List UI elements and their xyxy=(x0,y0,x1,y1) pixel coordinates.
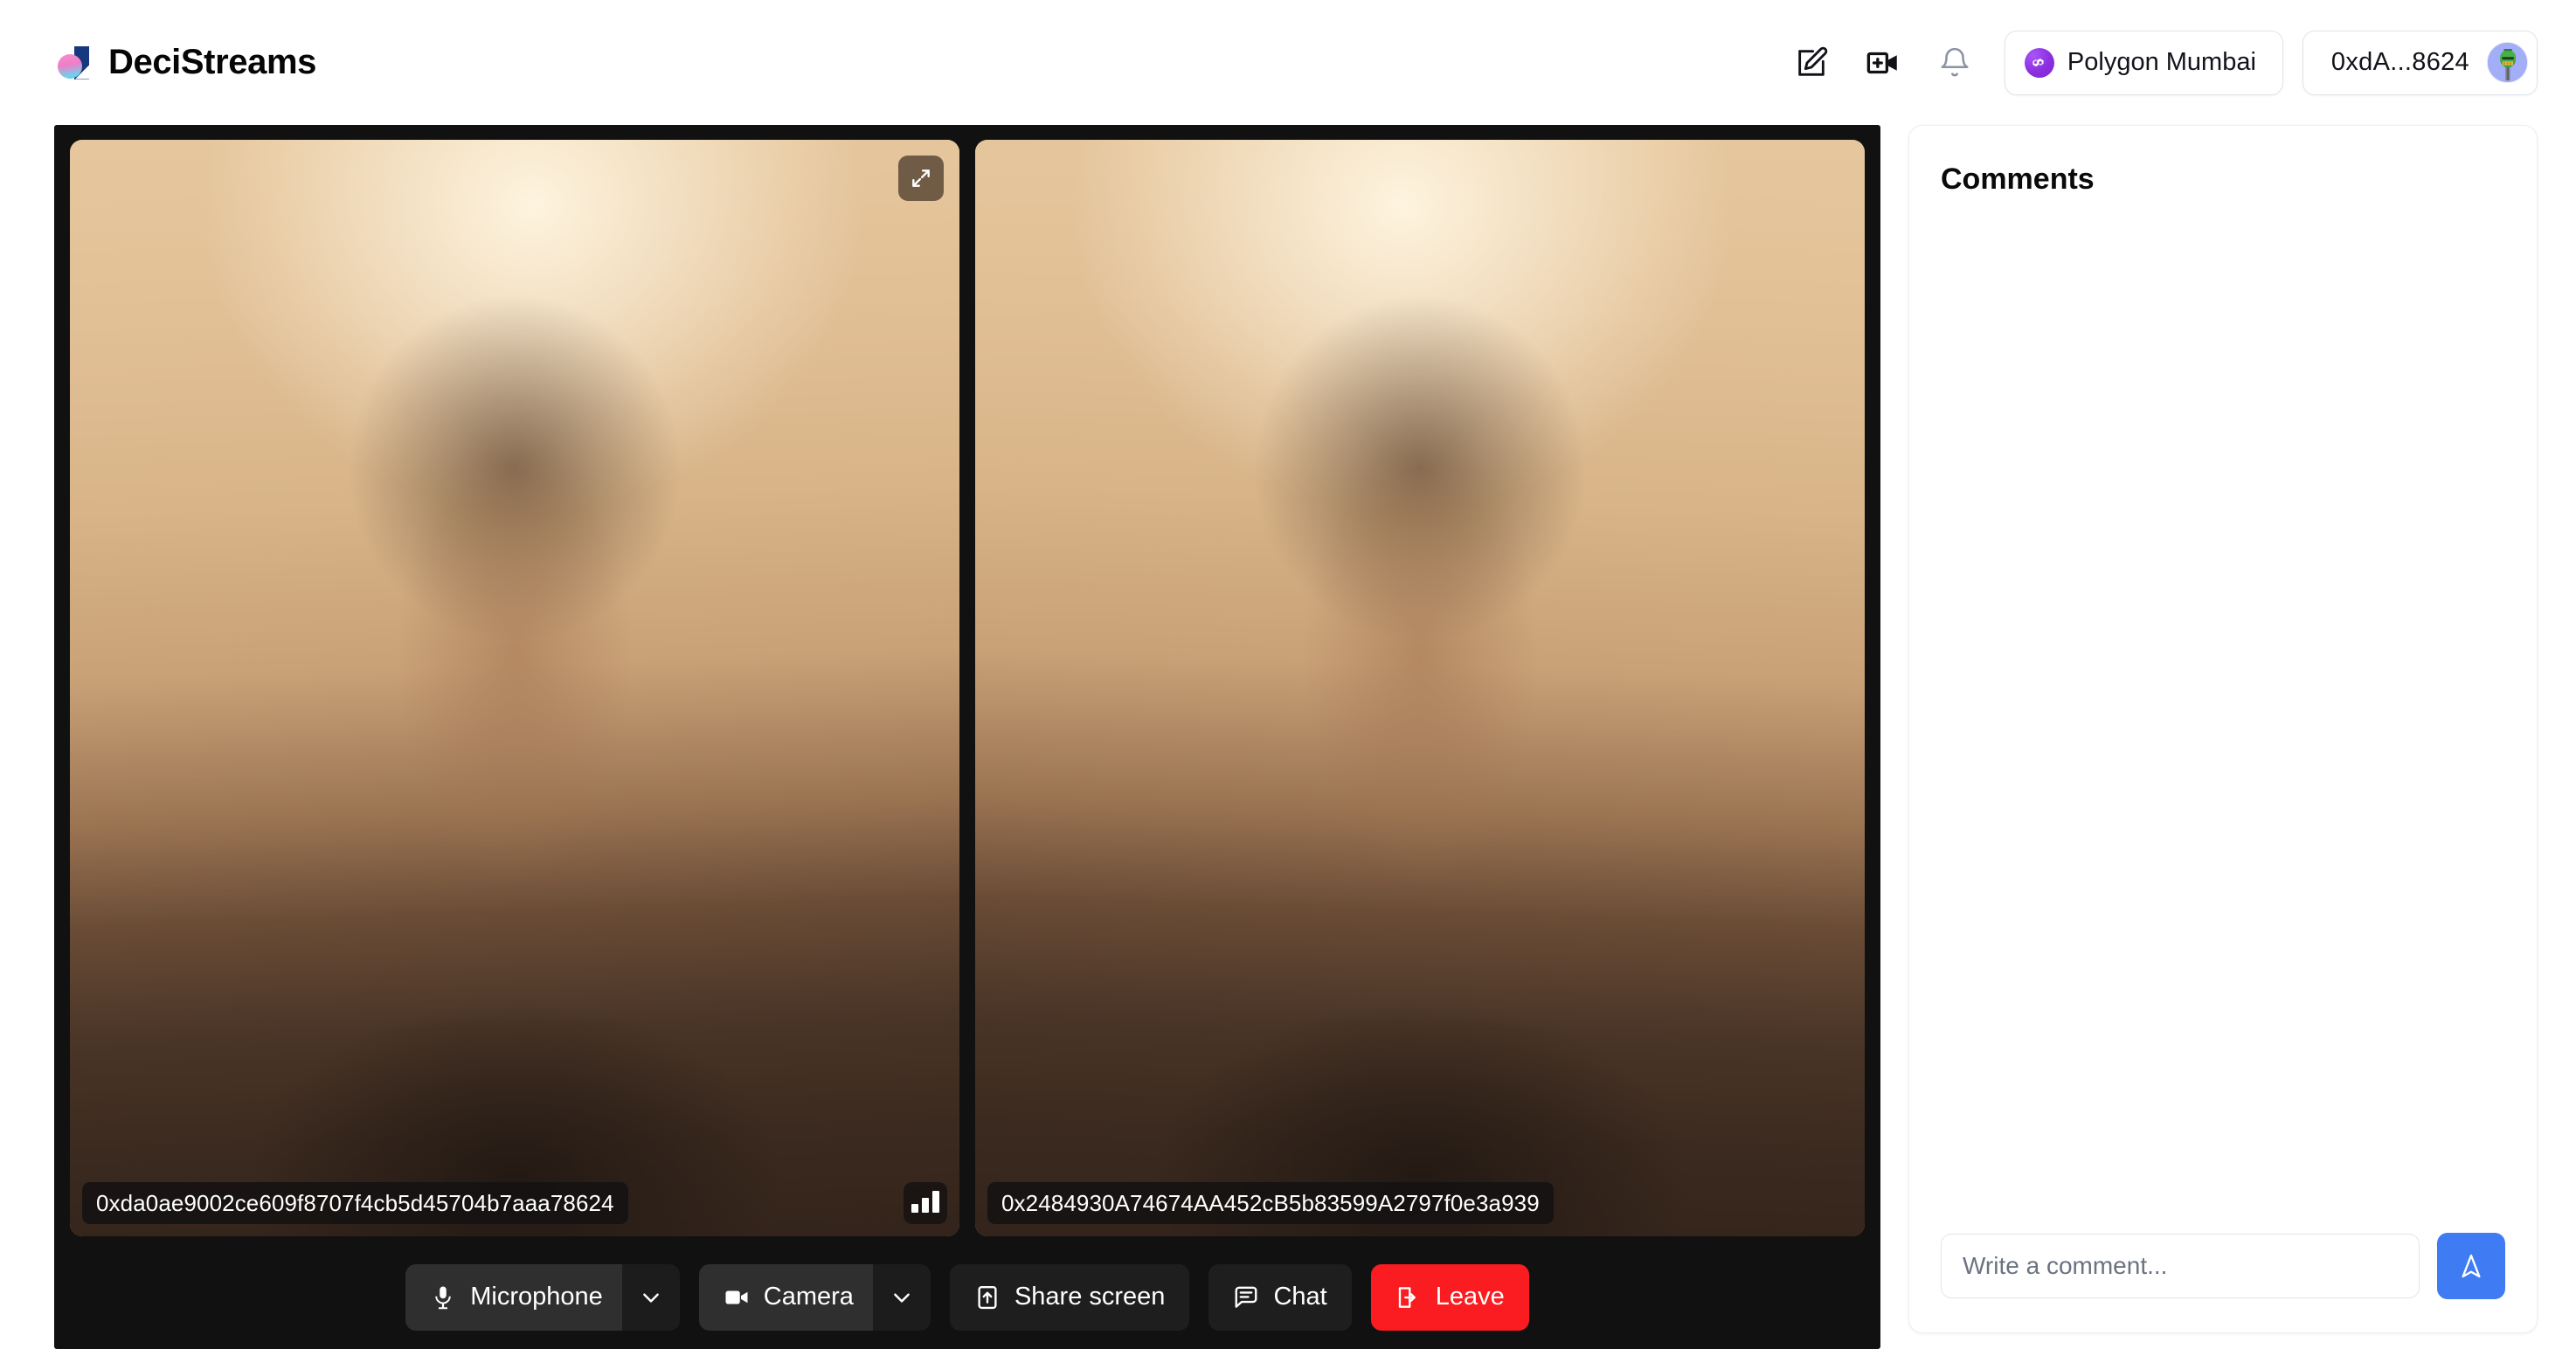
avatar-art xyxy=(2488,43,2527,82)
chat-icon xyxy=(1236,1286,1257,1308)
brand[interactable]: DeciStreams xyxy=(54,43,316,82)
polygon-glyph xyxy=(2032,58,2044,66)
video-tile[interactable]: 0xda0ae9002ce609f8707f4cb5d45704b7aaa786… xyxy=(70,140,959,1236)
participant-address-label: 0xda0ae9002ce609f8707f4cb5d45704b7aaa786… xyxy=(82,1182,628,1224)
header-actions: Polygon Mumbai 0xdA...8624 xyxy=(1776,30,2538,95)
bell-icon xyxy=(1941,47,1969,76)
send-comment-button[interactable] xyxy=(2437,1233,2505,1299)
camera-label: Camera xyxy=(763,1283,854,1311)
signal-bars-icon[interactable] xyxy=(904,1182,947,1224)
comments-list[interactable] xyxy=(1909,197,2537,1233)
share-screen-button[interactable]: Share screen xyxy=(949,1263,1190,1331)
account-chip[interactable]: 0xdA...8624 xyxy=(2302,30,2538,95)
expand-icon-button[interactable] xyxy=(898,156,944,201)
video-plus-icon xyxy=(1866,52,1897,73)
comment-composer xyxy=(1909,1233,2537,1332)
brand-name: DeciStreams xyxy=(108,43,316,81)
microphone-button[interactable]: Microphone xyxy=(405,1263,622,1331)
microphone-options-button[interactable] xyxy=(621,1263,680,1331)
bell-icon-button[interactable] xyxy=(1919,35,1991,91)
video-stage: 0xda0ae9002ce609f8707f4cb5d45704b7aaa786… xyxy=(54,125,1880,1349)
expand-icon xyxy=(912,169,930,187)
leave-icon xyxy=(1398,1286,1416,1308)
camera-icon xyxy=(725,1290,748,1304)
microphone-label: Microphone xyxy=(470,1283,603,1311)
video-tile-grid: 0xda0ae9002ce609f8707f4cb5d45704b7aaa786… xyxy=(54,125,1880,1249)
meeting-controls: Microphone Camera Share screen Chat Leav… xyxy=(54,1249,1880,1349)
chat-label: Chat xyxy=(1273,1283,1327,1311)
video-plus-icon-button[interactable] xyxy=(1847,35,1919,91)
user-avatar xyxy=(2487,42,2528,83)
main-area: 0xda0ae9002ce609f8707f4cb5d45704b7aaa786… xyxy=(0,125,2576,1349)
share-screen-icon xyxy=(978,1285,997,1309)
send-icon xyxy=(2462,1254,2481,1278)
camera-control-group: Camera xyxy=(698,1263,931,1331)
decistreams-logo-icon xyxy=(54,44,93,82)
comments-sidebar: Comments xyxy=(1908,125,2538,1333)
comments-title: Comments xyxy=(1941,163,2095,196)
app-header: DeciStreams Polygon Mumbai 0xdA...8624 xyxy=(0,0,2576,125)
network-chip[interactable]: Polygon Mumbai xyxy=(2004,30,2283,95)
video-feed xyxy=(975,140,1865,1236)
camera-button[interactable]: Camera xyxy=(698,1263,873,1331)
video-feed xyxy=(70,140,959,1236)
polygon-icon xyxy=(2024,47,2054,78)
share-screen-label: Share screen xyxy=(1014,1283,1166,1311)
chevron-down-icon xyxy=(894,1293,910,1303)
leave-label: Leave xyxy=(1435,1283,1505,1311)
chat-button[interactable]: Chat xyxy=(1208,1263,1352,1331)
account-address-label: 0xdA...8624 xyxy=(2330,48,2469,76)
camera-options-button[interactable] xyxy=(872,1263,931,1331)
edit-icon-button[interactable] xyxy=(1776,35,1847,91)
chevron-down-icon xyxy=(642,1293,659,1303)
participant-address-label: 0x2484930A74674AA452cB5b83599A2797f0e3a9… xyxy=(987,1182,1554,1224)
edit-icon xyxy=(1798,46,1828,76)
leave-button[interactable]: Leave xyxy=(1370,1263,1529,1331)
video-tile[interactable]: 0x2484930A74674AA452cB5b83599A2797f0e3a9… xyxy=(975,140,1865,1236)
microphone-icon xyxy=(435,1286,452,1309)
network-chip-label: Polygon Mumbai xyxy=(2067,48,2256,76)
microphone-control-group: Microphone xyxy=(405,1263,680,1331)
comment-input[interactable] xyxy=(1941,1234,2420,1298)
